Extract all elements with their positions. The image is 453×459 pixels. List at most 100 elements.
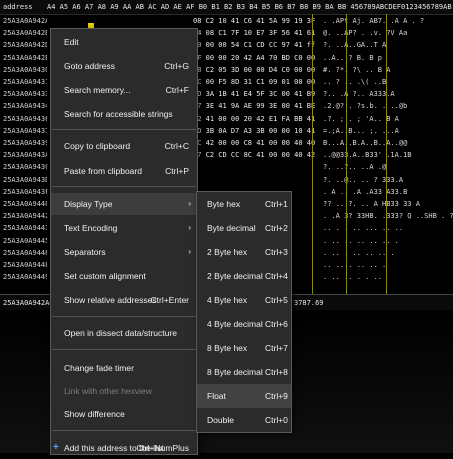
row-address: 25A3A0A9449C (3, 273, 47, 282)
menu-goto-shortcut: Ctrl+G (164, 61, 189, 71)
menu-separator (52, 316, 196, 317)
menu-edit[interactable]: Edit (51, 31, 197, 53)
row-address: 25A3A0A9431C (3, 78, 47, 86)
row-ascii[interactable]: .?. ; . ; 'A.. B A (323, 113, 399, 125)
row-ascii[interactable]: .. ? .. .\( ..B (323, 76, 386, 88)
menu-search-memory-shortcut: Ctrl+F (165, 85, 189, 95)
menu-paste[interactable]: Paste from clipboard Ctrl+P (51, 160, 197, 182)
row-address: 25A3A0A94424 (3, 212, 47, 221)
row-ascii[interactable]: . .A 3? 33HB. .333? Q ..SHB . ? (323, 210, 453, 222)
submenu-item-2-byte-decimal[interactable]: 2 Byte decimal Ctrl+4 (197, 264, 291, 288)
address-column-header: address (3, 3, 33, 11)
menu-show-difference[interactable]: Show difference (51, 403, 197, 425)
submenu-item-float[interactable]: Float Ctrl+9 (197, 384, 291, 408)
row-ascii[interactable]: .. . . .. ... .. .. (323, 222, 403, 234)
row-bytes[interactable]: 28 C2 05 3D 00 00 D4 C0 00 00 (193, 64, 315, 76)
row-bytes[interactable]: 20 00 00 54 C1 CD CC 97 41 ff (193, 39, 315, 51)
row-ascii[interactable]: . .. .. . . .. (323, 271, 382, 283)
menu-fade-timer[interactable]: Change fade timer (51, 357, 197, 379)
row-ascii[interactable]: ?? .. ?. .. A HB33 33 A (323, 198, 420, 210)
menu-dissect[interactable]: Open in dissect data/structure (51, 322, 197, 344)
menu-text-encoding[interactable]: Text Encoding › (51, 217, 197, 239)
menu-custom-alignment[interactable]: Set custom alignment (51, 265, 197, 287)
menu-relative-label: Show relative addresses (64, 295, 157, 305)
submenu-item-label: Byte hex (207, 199, 241, 209)
submenu-item-2-byte-hex[interactable]: 2 Byte hex Ctrl+3 (197, 240, 291, 264)
row-ascii[interactable]: B...A..B.A..B..A..@@ (323, 137, 407, 149)
row-address: 25A3A0A9440C (3, 200, 47, 208)
row-bytes[interactable]: B7 3E 41 9A AE 99 3E 00 41 BE (193, 100, 315, 112)
row-bytes[interactable]: 62 41 00 00 20 42 E1 FA BB 41 (193, 113, 315, 125)
submenu-item-label: 8 Byte decimal (207, 367, 263, 377)
menu-goto-address[interactable]: Goto address Ctrl+G (51, 55, 197, 77)
menu-goto-label: Goto address (64, 61, 116, 71)
row-bytes[interactable]: 08 C2 10 41 C6 41 5A 99 19 3F (193, 15, 315, 27)
menu-paste-shortcut: Ctrl+P (165, 166, 189, 176)
row-address: 25A3A0A9446C (3, 248, 47, 257)
row-ascii[interactable]: ?. ..A..GA..T A (323, 39, 386, 51)
row-ascii[interactable]: ?. ..?.. ..A .@ (323, 161, 386, 173)
submenu-item-8-byte-decimal[interactable]: 8 Byte decimal Ctrl+8 (197, 360, 291, 384)
menu-copy[interactable]: Copy to clipboard Ctrl+C (51, 135, 197, 157)
menu-text-encoding-label: Text Encoding (64, 223, 118, 233)
menu-copy-shortcut: Ctrl+C (164, 141, 189, 151)
row-ascii[interactable]: . .. . .. .. .. . (323, 247, 395, 259)
row-bytes[interactable]: 0C 00 F5 8D 31 C1 09 01 00 00 (193, 76, 315, 88)
menu-custom-alignment-label: Set custom alignment (64, 271, 146, 281)
column-separator (312, 14, 313, 294)
row-ascii[interactable]: =.;A..B... ;. ...A (323, 125, 399, 137)
row-ascii[interactable]: . .APt Aj. AB7. .A A . ? (323, 15, 424, 27)
row-bytes[interactable]: 0D 3A 1B 41 E4 5F 3C 00 41 B9 (193, 88, 315, 100)
menu-separator (52, 349, 196, 350)
menu-separator (52, 186, 196, 187)
row-ascii[interactable]: ?. ..@.. .. ? 333.A (323, 174, 403, 186)
row-ascii[interactable]: @. ..AP? . .v. ?V Aa (323, 27, 407, 39)
submenu-item-label: 8 Byte hex (207, 343, 248, 353)
row-ascii[interactable]: ..@@33.A..B33' .1A.1B (323, 149, 412, 161)
byte-columns-header: A4 A5 A6 A7 A8 A9 AA AB AC AD AE AF B0 B… (47, 3, 452, 11)
row-ascii[interactable]: . .. .. .. .. .. . (323, 235, 399, 247)
row-ascii[interactable]: .. .. . .. .. . (323, 259, 386, 271)
menu-relative-addresses[interactable]: Show relative addresses Ctrl+Enter (51, 289, 197, 311)
menu-display-type[interactable]: Display Type › (51, 193, 197, 215)
row-bytes[interactable]: 4D 3B 0A D7 A3 3B 00 00 10 41 (193, 125, 315, 137)
row-address: 25A3A0A94334 (3, 90, 47, 99)
row-address: 25A3A0A943C4 (3, 163, 47, 172)
row-address: 25A3A0A9437C (3, 126, 47, 135)
column-separator (346, 14, 347, 294)
submenu-item-label: 4 Byte hex (207, 295, 248, 305)
submenu-item-4-byte-decimal[interactable]: 4 Byte decimal Ctrl+6 (197, 312, 291, 336)
row-bytes[interactable]: 34 08 C1 7F 10 E7 3F 56 41 61 (193, 27, 315, 39)
submenu-item-byte-hex[interactable]: Byte hex Ctrl+1 (197, 192, 291, 216)
row-bytes[interactable]: 3F 00 00 20 42 A4 70 BD C0 00 (193, 52, 315, 64)
submenu-item-shortcut: Ctrl+2 (265, 223, 288, 233)
submenu-item-double[interactable]: Double Ctrl+0 (197, 408, 291, 432)
submenu-item-8-byte-hex[interactable]: 8 Byte hex Ctrl+7 (197, 336, 291, 360)
column-separator (386, 14, 387, 294)
row-ascii[interactable]: .2.@? . ?s.b. . ..@b (323, 100, 407, 112)
row-ascii[interactable]: ..A.. ? B. B p (323, 52, 382, 64)
submenu-item-label: 2 Byte hex (207, 247, 248, 257)
menu-search-memory[interactable]: Search memory... Ctrl+F (51, 79, 197, 101)
row-ascii[interactable]: #. ?*. ?\ .. B A (323, 64, 390, 76)
row-address: 25A3A0A943AC (3, 151, 47, 160)
row-address: 25A3A0A94304 (3, 65, 47, 74)
submenu-item-4-byte-hex[interactable]: 4 Byte hex Ctrl+5 (197, 288, 291, 312)
menu-separators[interactable]: Separators › (51, 241, 197, 263)
row-bytes[interactable]: 27 C2 CD CC 8C 41 00 00 40 42 (193, 149, 315, 161)
row-bytes[interactable]: 2C 42 00 00 C8 41 00 00 40 40 (193, 137, 315, 149)
menu-search-strings[interactable]: Search for accessible strings (51, 103, 197, 125)
row-address: 25A3A0A942BC (3, 29, 47, 38)
submenu-item-shortcut: Ctrl+9 (265, 391, 288, 401)
row-address: 25A3A0A942D4 (3, 41, 47, 50)
row-ascii[interactable]: . A .. .A .A33 A33.B (323, 186, 407, 198)
menu-relative-shortcut: Ctrl+Enter (150, 295, 190, 305)
row-ascii[interactable]: ?.. .A ?.. A333.A (323, 88, 395, 100)
menu-display-type-label: Display Type (64, 199, 113, 209)
submenu-item-label: 4 Byte decimal (207, 319, 263, 329)
submenu-item-byte-decimal[interactable]: Byte decimal Ctrl+2 (197, 216, 291, 240)
hex-header: address A4 A5 A6 A7 A8 A9 AA AB AC AD AE… (0, 0, 453, 15)
status-value: 3787.69 (294, 299, 324, 307)
menu-add-to-list[interactable]: + Add this address to the list Ctrl+NumP… (51, 437, 197, 459)
row-address: 25A3A0A943DC (3, 175, 47, 184)
